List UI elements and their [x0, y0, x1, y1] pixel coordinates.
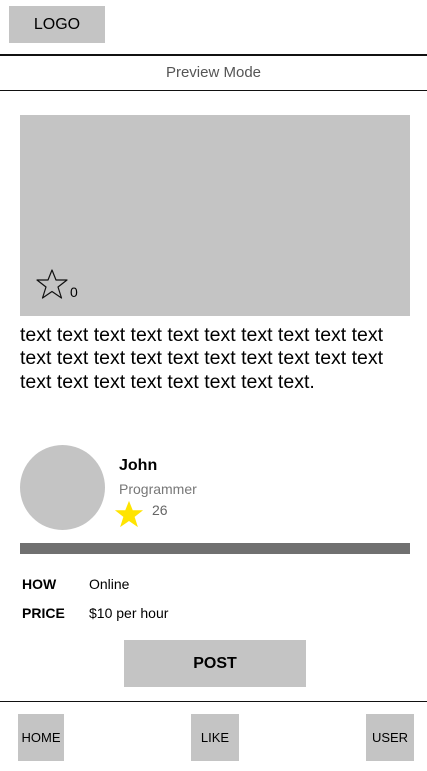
footer-divider: [0, 701, 427, 702]
how-label: HOW: [22, 576, 57, 592]
user-role: Programmer: [119, 481, 197, 497]
favorite-count: 0: [70, 284, 78, 300]
star-outline-icon[interactable]: [36, 268, 68, 300]
avatar[interactable]: [20, 445, 105, 530]
how-value: Online: [89, 576, 130, 592]
logo[interactable]: LOGO: [9, 6, 105, 43]
nav-home-button[interactable]: HOME: [18, 714, 64, 761]
progress-fill: [20, 543, 410, 554]
progress-bar: [20, 543, 410, 554]
nav-user-button[interactable]: USER: [366, 714, 414, 761]
post-button[interactable]: POST: [124, 640, 306, 687]
description-text: text text text text text text text text …: [20, 324, 384, 393]
preview-mode-label: Preview Mode: [165, 64, 262, 81]
rating-value: 26: [152, 502, 168, 518]
preview-divider: [0, 90, 427, 91]
price-value: $10 per hour: [89, 605, 169, 621]
media-placeholder: [20, 115, 410, 316]
user-name: John: [119, 457, 158, 474]
star-icon: [114, 499, 144, 529]
nav-like-button[interactable]: LIKE: [191, 714, 239, 761]
price-label: PRICE: [22, 605, 65, 621]
